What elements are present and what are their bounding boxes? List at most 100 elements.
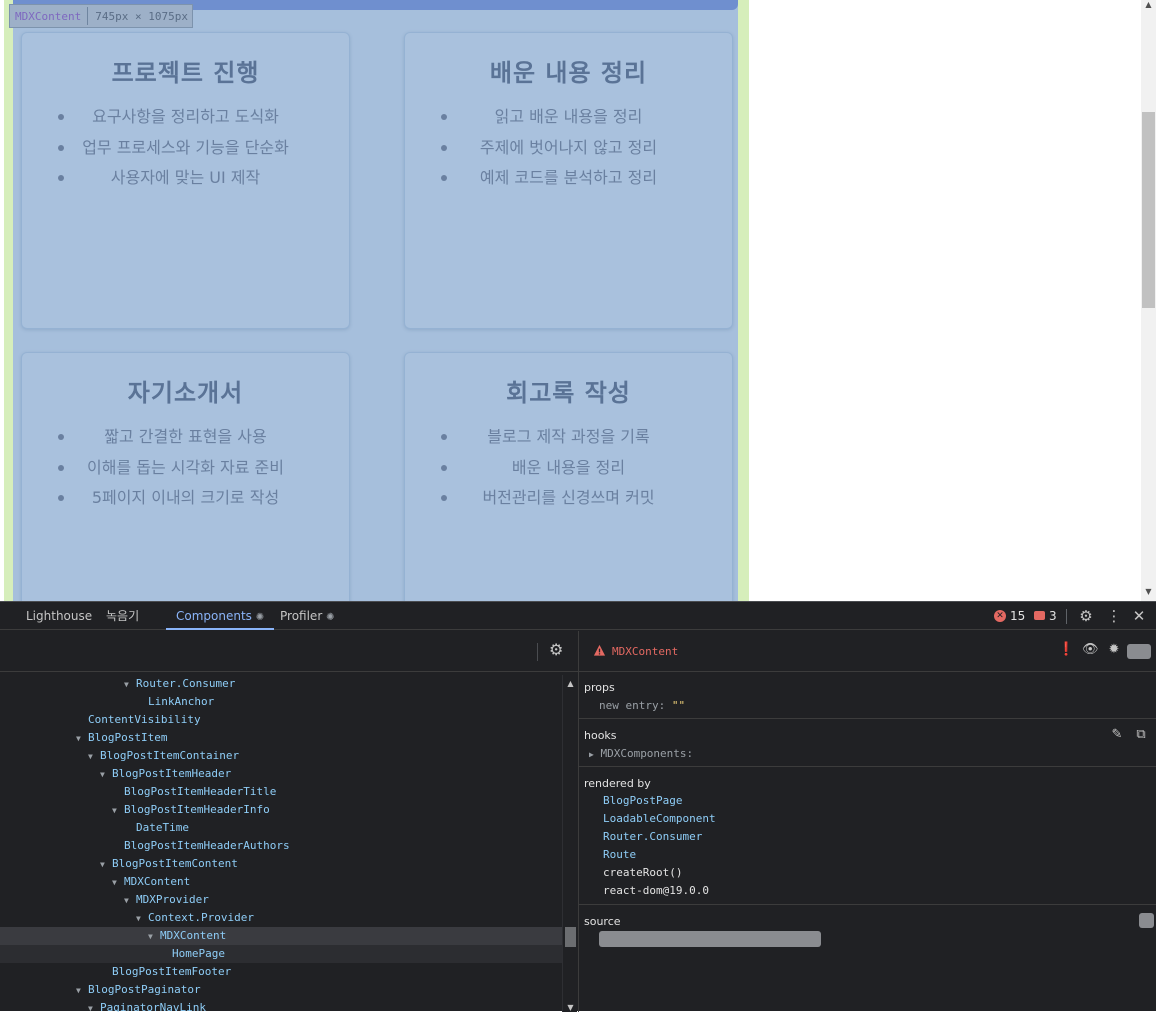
tab-components[interactable]: Components ✺ xyxy=(166,602,275,630)
owner-renderer: react-dom@19.0.0 xyxy=(603,884,709,897)
tree-node[interactable]: ▼ BlogPostPaginator xyxy=(0,981,562,999)
tree-node[interactable]: BlogPostItemHeaderAuthors xyxy=(0,837,562,855)
tree-scroll-thumb[interactable] xyxy=(565,927,576,947)
tree-node[interactable]: BlogPostItemHeaderTitle xyxy=(0,783,562,801)
tree-node-label: DateTime xyxy=(136,821,189,834)
props-title: props xyxy=(584,681,615,694)
tree-node[interactable]: ▼ Router.Consumer xyxy=(0,675,562,693)
copy-icon[interactable]: ⧉ xyxy=(1133,727,1149,743)
close-icon[interactable]: ✕ xyxy=(1130,602,1148,630)
list-item: 요구사항을 정리하고 도식화 xyxy=(22,102,349,133)
expand-caret-icon[interactable]: ▼ xyxy=(112,802,124,820)
expand-caret-icon[interactable]: ▼ xyxy=(136,910,148,928)
owner-link[interactable]: BlogPostPage xyxy=(603,794,682,807)
list-item: 업무 프로세스와 기능을 단순화 xyxy=(22,133,349,164)
divider xyxy=(1066,609,1067,624)
tree-node-label: BlogPostItemHeaderInfo xyxy=(124,803,270,816)
tree-node[interactable]: ▼ BlogPostItem xyxy=(0,729,562,747)
settings-gear-icon[interactable]: ⚙ xyxy=(1077,602,1095,630)
tree-node-label: BlogPostItemHeader xyxy=(112,767,232,780)
issue-icon[interactable] xyxy=(1034,611,1045,620)
owner-link[interactable]: Router.Consumer xyxy=(603,830,702,843)
tree-node-label: HomePage xyxy=(172,947,225,960)
expand-caret-icon[interactable]: ▼ xyxy=(124,676,136,694)
tree-settings-gear-icon[interactable]: ⚙ xyxy=(549,640,563,659)
bullet-icon xyxy=(441,495,447,501)
card-learning: 배운 내용 정리 읽고 배운 내용을 정리 주제에 벗어나지 않고 정리 예제 … xyxy=(404,32,733,329)
scroll-up-icon[interactable]: ▲ xyxy=(563,679,578,688)
tree-node[interactable]: ▼ BlogPostItemContainer xyxy=(0,747,562,765)
tree-node[interactable]: ▼ BlogPostItemContent xyxy=(0,855,562,873)
tooltip-component-name: MDXContent xyxy=(15,9,82,23)
tree-node[interactable]: ▼ PaginatorNavLink xyxy=(0,999,562,1012)
tree-node[interactable]: LinkAnchor xyxy=(0,693,562,711)
expand-caret-icon[interactable]: ▼ xyxy=(88,1000,100,1012)
tree-node-label: BlogPostItemHeaderTitle xyxy=(124,785,277,798)
bullet-icon xyxy=(441,464,447,471)
tree-node-label: BlogPostItemFooter xyxy=(112,965,232,978)
issue-count[interactable]: 3 xyxy=(1049,602,1057,630)
tree-toolbar: ⚙ xyxy=(0,631,578,672)
props-section: props new entry: "" xyxy=(579,672,1156,719)
expand-caret-icon[interactable]: ▼ xyxy=(76,982,88,1000)
page-scrollbar[interactable]: ▲ ▼ xyxy=(1141,0,1156,601)
tree-node-label: BlogPostPaginator xyxy=(88,983,201,996)
parse-hooks-wand-icon[interactable]: ✎ xyxy=(1109,727,1125,743)
tree-node[interactable]: ▼ MDXContent xyxy=(0,873,562,891)
react-icon: ✺ xyxy=(255,612,265,623)
tree-node[interactable]: ▼ BlogPostItemHeaderInfo xyxy=(0,801,562,819)
scroll-up-icon[interactable]: ▲ xyxy=(1141,0,1156,9)
copy-source-button[interactable] xyxy=(1139,913,1154,928)
tree-node-label: BlogPostItemContainer xyxy=(100,749,240,762)
tab-recorder[interactable]: 녹음기 xyxy=(106,602,139,630)
expand-caret-icon[interactable]: ▼ xyxy=(76,730,88,748)
error-icon[interactable]: ✕ xyxy=(994,610,1006,622)
tree-node[interactable]: ▼ Context.Provider xyxy=(0,909,562,927)
error-count[interactable]: 15 xyxy=(1010,602,1025,630)
tooltip-dimensions: 745px × 1075px xyxy=(95,9,188,23)
tree-node[interactable]: ▼ MDXProvider xyxy=(0,891,562,909)
list-item: 블로그 제작 과정을 기록 xyxy=(405,422,732,453)
tree-node[interactable]: DateTime xyxy=(0,819,562,837)
tree-scrollbar[interactable]: ▲ ▼ xyxy=(562,675,577,1012)
owner-link[interactable]: LoadableComponent xyxy=(603,812,716,825)
tree-node-label: MDXContent xyxy=(124,875,191,888)
expand-caret-icon[interactable]: ▼ xyxy=(112,874,124,892)
rendered-by-title: rendered by xyxy=(584,777,651,790)
expand-caret-icon[interactable]: ▼ xyxy=(88,748,100,766)
owner-link[interactable]: Route xyxy=(603,848,636,861)
expand-caret-icon[interactable]: ▼ xyxy=(100,766,112,784)
bullet-icon xyxy=(58,114,64,120)
tree-node-label: MDXContent xyxy=(160,929,227,942)
divider xyxy=(537,643,538,661)
more-options-icon[interactable]: ⋮ xyxy=(1105,602,1123,630)
tree-node-label: BlogPostItem xyxy=(88,731,168,744)
suspend-icon[interactable]: ❗ xyxy=(1058,642,1074,658)
new-entry-prop[interactable]: new entry: "" xyxy=(599,699,685,712)
hooks-section: hooks ✎ ⧉ ▶ MDXComponents: xyxy=(579,719,1156,767)
expand-caret-icon[interactable]: ▼ xyxy=(124,892,136,910)
tab-profiler[interactable]: Profiler ✺ xyxy=(280,602,334,630)
card-title: 배운 내용 정리 xyxy=(489,59,648,87)
tree-node[interactable]: ▼ BlogPostItemHeader xyxy=(0,765,562,783)
page-scroll-thumb[interactable] xyxy=(1142,112,1155,308)
tree-node-label: BlogPostItemHeaderAuthors xyxy=(124,839,290,852)
expand-caret-icon[interactable]: ▼ xyxy=(100,856,112,874)
inspect-eye-icon[interactable]: 👁 xyxy=(1082,642,1099,658)
scroll-down-icon[interactable]: ▼ xyxy=(1141,587,1156,596)
view-source-button[interactable] xyxy=(1127,644,1151,659)
bug-icon[interactable]: ✹ xyxy=(1106,642,1122,658)
tree-node[interactable]: ContentVisibility xyxy=(0,711,562,729)
rendered-by-section: rendered by BlogPostPage LoadableCompone… xyxy=(579,767,1156,905)
tree-node-label: ContentVisibility xyxy=(88,713,201,726)
list-item: 짧고 간결한 표현을 사용 xyxy=(22,422,349,453)
tree-node[interactable]: HomePage xyxy=(0,945,562,963)
card-title: 자기소개서 xyxy=(127,379,244,407)
tree-node[interactable]: ▼ MDXContent xyxy=(0,927,562,945)
tab-lighthouse[interactable]: Lighthouse xyxy=(26,602,92,630)
tree-node[interactable]: BlogPostItemFooter xyxy=(0,963,562,981)
source-location[interactable] xyxy=(599,931,821,947)
expand-caret-icon[interactable]: ▼ xyxy=(148,928,160,946)
selected-component-name: MDXContent xyxy=(612,645,679,658)
hook-item[interactable]: ▶ MDXComponents: xyxy=(589,747,693,760)
